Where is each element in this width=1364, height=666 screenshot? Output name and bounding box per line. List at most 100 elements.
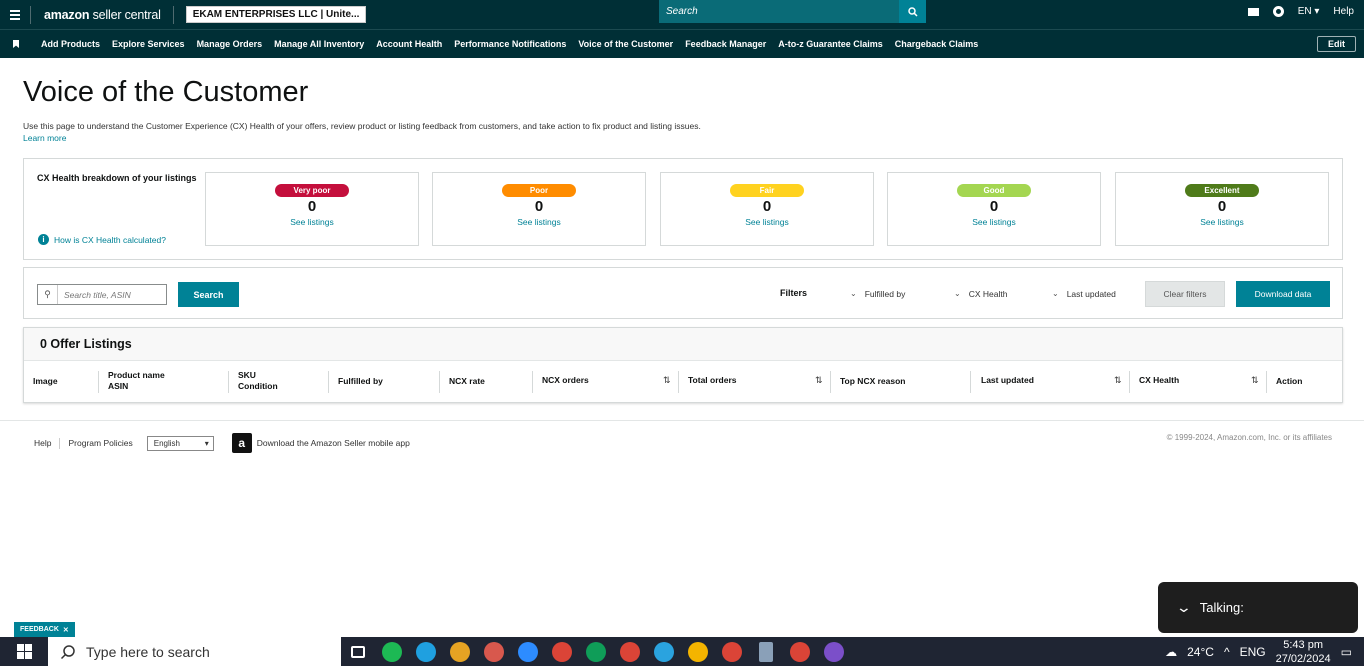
nav-item-explore-services[interactable]: Explore Services [112,39,185,49]
download-data-button[interactable]: Download data [1236,281,1330,307]
sort-icon[interactable]: ⇅ [815,375,823,386]
chrome-icon[interactable] [681,637,715,666]
language-indicator[interactable]: ENG [1240,645,1266,659]
nav-item-account-health[interactable]: Account Health [376,39,442,49]
taskbar-search[interactable]: Type here to search [48,637,341,666]
sort-icon[interactable]: ⇅ [663,375,671,386]
help-link[interactable]: Help [1333,6,1354,17]
fulfilled-by-dropdown[interactable]: ⌄ Fulfilled by [850,289,905,299]
copyright: © 1999-2024, Amazon.com, Inc. or its aff… [1166,433,1332,442]
hamburger-menu-icon[interactable] [0,0,30,29]
column-divider [1129,371,1130,393]
chevron-down-icon: ⌄ [850,289,857,298]
windows-taskbar: Type here to search ☁ 24°C ^ ENG 5:43 pm… [0,637,1364,666]
nav-item-manage-orders[interactable]: Manage Orders [197,39,263,49]
see-listings-link[interactable]: See listings [206,217,418,227]
global-search-input[interactable]: Search [659,0,899,23]
bookmark-icon[interactable] [13,40,19,48]
search-icon [60,644,75,659]
footer-policies-link[interactable]: Program Policies [68,438,132,448]
column-divider [678,371,679,393]
chrome-icon[interactable] [545,637,579,666]
col-ncx-rate[interactable]: NCX rate [449,376,485,387]
see-listings-link[interactable]: See listings [888,217,1100,227]
nav-item-manage-inventory[interactable]: Manage All Inventory [274,39,364,49]
close-icon[interactable]: ✕ [63,626,69,634]
notification-icon[interactable]: ▭ [1341,645,1352,659]
col-fulfilled-by[interactable]: Fulfilled by [338,376,383,387]
app-icon[interactable] [477,637,511,666]
health-badge: Very poor [275,184,349,197]
filter-bar: ⚲ Search title, ASIN Search Filters ⌄ Ful… [23,267,1343,319]
nav-item-a-to-z-claims[interactable]: A-to-z Guarantee Claims [778,39,883,49]
sort-icon[interactable]: ⇅ [1114,375,1122,386]
search-icon [907,6,918,17]
chevron-down-icon: ▾ [204,438,209,448]
seller-central-logo[interactable]: amazon seller central [44,8,161,22]
task-view-icon[interactable] [341,637,375,666]
spotify-icon[interactable] [375,637,409,666]
account-switcher[interactable]: EKAM ENTERPRISES LLC | Unite... [185,6,367,23]
column-divider [830,371,831,393]
nav-item-chargeback-claims[interactable]: Chargeback Claims [895,39,979,49]
chrome-icon[interactable] [579,637,613,666]
cx-health-title: CX Health breakdown of your listings [37,173,197,183]
column-divider [439,371,440,393]
feedback-tab[interactable]: FEEDBACK ✕ [14,622,75,637]
see-listings-link[interactable]: See listings [433,217,645,227]
edge-icon[interactable] [409,637,443,666]
language-selector[interactable]: EN ▾ [1298,6,1320,17]
chrome-icon[interactable] [783,637,817,666]
zoom-icon[interactable] [511,637,545,666]
divider [172,5,174,24]
nav-item-feedback-manager[interactable]: Feedback Manager [685,39,766,49]
nav-item-voice-of-customer[interactable]: Voice of the Customer [578,39,673,49]
cx-health-calc-link[interactable]: i How is CX Health calculated? [38,234,166,245]
col-ncx-orders[interactable]: NCX orders [542,375,589,386]
col-total-orders[interactable]: Total orders [688,375,737,386]
chevron-up-icon[interactable]: ^ [1224,645,1230,659]
column-divider [532,371,533,393]
game-icon[interactable] [443,637,477,666]
nav-item-performance-notifications[interactable]: Performance Notifications [454,39,566,49]
cx-health-dropdown[interactable]: ⌄ CX Health [954,289,1007,299]
last-updated-dropdown[interactable]: ⌄ Last updated [1052,289,1116,299]
see-listings-link[interactable]: See listings [661,217,873,227]
weather-temp[interactable]: 24°C [1187,645,1214,659]
learn-more-link[interactable]: Learn more [23,133,66,143]
column-divider [98,371,99,393]
chrome-icon[interactable] [613,637,647,666]
divider [30,5,31,24]
search-button[interactable]: Search [178,282,239,307]
calculator-icon[interactable] [749,637,783,666]
chrome-icon[interactable] [817,637,851,666]
chrome-icon[interactable] [715,637,749,666]
see-listings-link[interactable]: See listings [1116,217,1328,227]
col-sku[interactable]: SKU Condition [238,370,278,392]
health-count: 0 [989,198,999,215]
global-search-button[interactable] [899,0,926,23]
edit-nav-button[interactable]: Edit [1317,36,1356,52]
chevron-down-icon[interactable]: ⌄ [1176,599,1192,616]
nav-item-add-products[interactable]: Add Products [41,39,100,49]
footer-language-select[interactable]: English ▾ [146,435,214,451]
clock[interactable]: 5:43 pm 27/02/2024 [1276,638,1331,666]
clear-filters-button[interactable]: Clear filters [1145,281,1225,307]
col-last-updated[interactable]: Last updated [981,375,1034,386]
telegram-icon[interactable] [647,637,681,666]
listing-search-input[interactable]: ⚲ Search title, ASIN [37,284,167,305]
gear-icon[interactable] [1272,6,1284,17]
mobile-app-link[interactable]: Download the Amazon Seller mobile app [257,438,410,448]
health-badge: Fair [730,184,804,197]
weather-icon[interactable]: ☁ [1165,645,1177,659]
col-top-ncx-reason[interactable]: Top NCX reason [840,376,906,387]
health-card-very-poor: Very poor 0 See listings [205,172,419,246]
windows-start-icon[interactable] [0,637,48,666]
col-product-name[interactable]: Product name ASIN [108,370,165,392]
footer-help-link[interactable]: Help [34,438,51,448]
sort-icon[interactable]: ⇅ [1251,375,1259,386]
mail-icon[interactable] [1247,7,1259,16]
col-cx-health[interactable]: CX Health [1139,375,1179,386]
amazon-app-icon: a [231,433,252,453]
col-image: Image [33,376,58,386]
